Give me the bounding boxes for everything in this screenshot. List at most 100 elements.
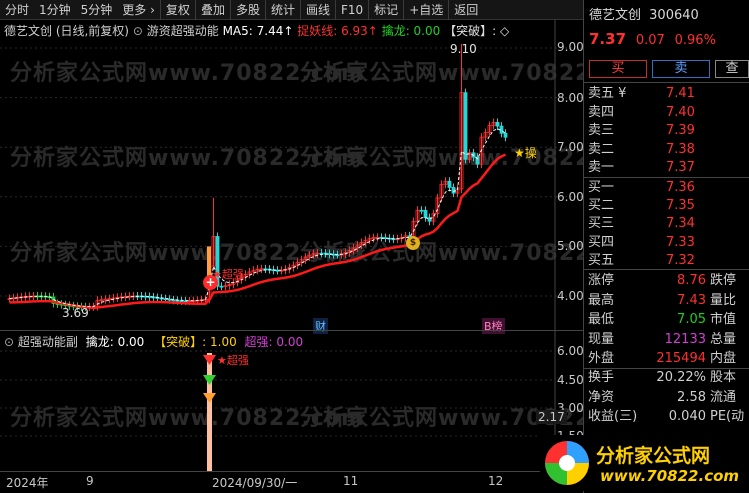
ask-row: 卖二 7.38 bbox=[588, 140, 748, 160]
stat2-label: 换手 bbox=[588, 370, 615, 385]
tab-5min[interactable]: 5分钟 bbox=[76, 0, 118, 20]
diamond-green-icon bbox=[203, 375, 216, 385]
ask-row: 卖三 7.39 bbox=[588, 121, 748, 141]
f10-button[interactable]: F10 bbox=[335, 0, 368, 20]
ask-row: 卖五 ¥ 7.41 bbox=[588, 84, 748, 104]
sell-button[interactable]: 卖 bbox=[652, 60, 710, 78]
bid-row: 买三 7.34 bbox=[588, 214, 748, 234]
stat2-label2: 股本 bbox=[710, 370, 737, 385]
quote-panel: 德艺文创 300640 7.37 0.07 0.96% 买 卖 查 卖五 ¥ 7.… bbox=[583, 0, 749, 493]
stock-name: 德艺文创 bbox=[589, 8, 642, 23]
fuquan-button[interactable]: 复权 bbox=[159, 0, 195, 20]
y-tick-label: 8.00 bbox=[557, 91, 584, 105]
tab-timeshare[interactable]: 分时 bbox=[0, 0, 34, 20]
candle-body bbox=[167, 298, 172, 301]
stat-label: 现量 bbox=[588, 331, 615, 347]
stock-name-row: 德艺文创 300640 bbox=[589, 4, 699, 23]
logo-url: www.70822.com bbox=[600, 467, 740, 485]
bid-row-label: 买三 bbox=[588, 216, 615, 232]
multi-stock-button[interactable]: 多股 bbox=[229, 0, 265, 20]
candle-body bbox=[423, 210, 428, 219]
sub-chaoqiang-annotation: ★超强 bbox=[217, 354, 249, 367]
buy-button[interactable]: 买 bbox=[589, 60, 647, 78]
stat2-value: 0.040 bbox=[668, 409, 706, 424]
kline-chart[interactable] bbox=[0, 20, 583, 330]
diamond-red-icon bbox=[203, 355, 216, 365]
signal-bar bbox=[207, 246, 211, 277]
ask-row: 卖一 7.37 bbox=[588, 158, 748, 178]
bid-row: 买一 7.36 bbox=[588, 178, 748, 198]
draw-line-button[interactable]: 画线 bbox=[299, 0, 335, 20]
query-button[interactable]: 查 bbox=[715, 60, 749, 78]
price-row: 7.37 0.07 0.96% bbox=[589, 30, 716, 48]
logo-text: 分析家公式网 bbox=[596, 445, 711, 467]
candle-body bbox=[495, 122, 500, 127]
last-price: 7.37 bbox=[589, 30, 627, 48]
stock-code: 300640 bbox=[649, 8, 699, 23]
y-tick-label: 9.00 bbox=[557, 40, 584, 54]
tab-more[interactable]: 更多 › bbox=[117, 0, 160, 20]
bid-row-label: 买四 bbox=[588, 234, 615, 250]
ask-row: 卖四 7.40 bbox=[588, 103, 748, 123]
stat2-row: 换手 20.22% 股本 bbox=[588, 368, 748, 388]
price-change-pct: 0.96% bbox=[674, 33, 716, 48]
x-label: 2024/09/30/一 bbox=[212, 476, 298, 490]
ask-row-label: 卖二 bbox=[588, 141, 615, 157]
ask-row-value: 7.41 bbox=[666, 86, 695, 101]
stat2-label2: PE(动 bbox=[710, 409, 745, 424]
bid-row-value: 7.32 bbox=[666, 252, 695, 268]
stat2-value: 20.22% bbox=[656, 370, 706, 385]
stat-value: 215494 bbox=[656, 351, 706, 366]
sub-y-tick-label: 4.50 bbox=[557, 373, 584, 387]
bid-row-label: 买一 bbox=[588, 180, 615, 195]
back-button[interactable]: 返回 bbox=[448, 0, 483, 20]
sub-indicator-chart[interactable] bbox=[0, 331, 583, 471]
toolbar: 分时 1分钟 5分钟 更多 › 复权 叠加 多股 统计 画线 F10 标记 +自… bbox=[0, 0, 583, 20]
cao-annotation: ★操 bbox=[514, 146, 537, 160]
stat-value: 12133 bbox=[664, 331, 706, 347]
sub-y-tick-label: 6.00 bbox=[557, 344, 584, 358]
stat-row: 外盘 215494 内盘 bbox=[588, 349, 748, 369]
y-tick-label: 7.00 bbox=[557, 140, 584, 154]
stat2-label: 净资 bbox=[588, 389, 615, 405]
stats-button[interactable]: 统计 bbox=[264, 0, 300, 20]
stat2-row: 收益(三) 0.040 PE(动 bbox=[588, 407, 748, 427]
stat-label2: 量比 bbox=[710, 292, 737, 308]
ask-row-value: 7.38 bbox=[666, 141, 695, 157]
overlay-button[interactable]: 叠加 bbox=[194, 0, 230, 20]
add-watchlist-button[interactable]: +自选 bbox=[403, 0, 448, 20]
tab-1min[interactable]: 1分钟 bbox=[34, 0, 76, 20]
mark-button[interactable]: 标记 bbox=[368, 0, 403, 20]
stat2-label: 收益(三) bbox=[588, 409, 638, 424]
bid-row-label: 买五 bbox=[588, 252, 615, 268]
stat-label: 最低 bbox=[588, 312, 615, 327]
logo-ball-icon bbox=[545, 441, 589, 485]
add-signal-icon: + bbox=[203, 275, 218, 290]
ma5-line bbox=[9, 128, 506, 308]
stat-value: 7.05 bbox=[677, 312, 706, 327]
x-label: 2024年 bbox=[6, 476, 49, 490]
ask-row-label: 卖一 bbox=[588, 160, 615, 175]
stat-label2: 跌停 bbox=[710, 273, 737, 288]
y-tick-label: 4.00 bbox=[557, 289, 584, 303]
stat2-value: 2.58 bbox=[677, 389, 706, 405]
candle-body bbox=[447, 180, 452, 188]
candle-body bbox=[463, 92, 468, 160]
bid-row-value: 7.36 bbox=[666, 180, 695, 195]
ask-row-value: 7.40 bbox=[666, 104, 695, 120]
stat-value: 7.43 bbox=[677, 292, 706, 308]
stat-label: 涨停 bbox=[588, 273, 615, 288]
stat-label: 外盘 bbox=[588, 351, 615, 366]
price-change: 0.07 bbox=[635, 33, 665, 48]
stat2-row: 净资 2.58 流通 bbox=[588, 388, 748, 408]
ask-row-label: 卖四 bbox=[588, 104, 615, 120]
candle-body bbox=[451, 187, 456, 194]
money-bag-icon: $ bbox=[406, 236, 420, 250]
stat-label: 最高 bbox=[588, 292, 615, 308]
y-tick-label: 5.00 bbox=[557, 239, 584, 253]
ask-row-value: 7.39 bbox=[666, 123, 695, 138]
stat-row: 现量 12133 总量 bbox=[588, 330, 748, 350]
bid-row-value: 7.35 bbox=[666, 198, 695, 214]
stat-label2: 市值 bbox=[710, 312, 737, 327]
bid-row-label: 买二 bbox=[588, 198, 615, 214]
